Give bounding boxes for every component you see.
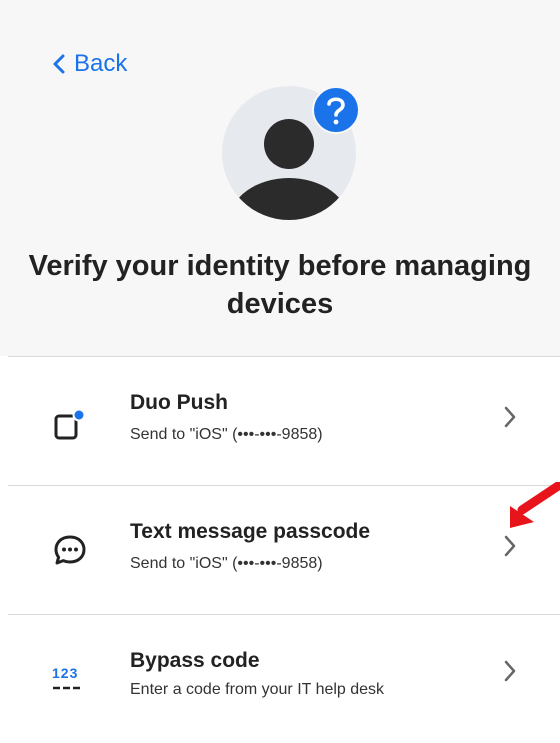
- chevron-right-icon: [504, 660, 516, 682]
- back-button[interactable]: Back: [52, 50, 127, 78]
- chevron-right-icon: [504, 535, 516, 557]
- option-name: Duo Push: [130, 391, 228, 414]
- option-bypass-code[interactable]: 123 Bypass code Enter a code from your I…: [0, 615, 560, 743]
- chevron-left-icon: [53, 54, 65, 74]
- chevron-right-icon: [504, 406, 516, 428]
- option-name: Bypass code: [130, 649, 260, 672]
- option-description: Send to "iOS" (•••-•••-9858): [130, 555, 323, 572]
- option-name: Text message passcode: [130, 520, 371, 543]
- question-mark-icon: [312, 86, 360, 134]
- annotation-arrow-icon: [510, 482, 560, 528]
- phone-push-icon: [54, 408, 86, 440]
- option-description: Enter a code from your IT help desk: [130, 681, 385, 698]
- chat-bubble-icon: [54, 535, 86, 565]
- back-label: Back: [74, 50, 128, 77]
- header-panel: Back Verify your identity before managin…: [0, 0, 560, 356]
- avatar: [222, 86, 362, 226]
- bypass-digits: 123: [52, 665, 79, 681]
- option-text-message[interactable]: Text message passcode Send to "iOS" (•••…: [0, 486, 560, 614]
- option-description: Send to "iOS" (•••-•••-9858): [130, 426, 323, 443]
- bypass-123-icon: 123: [52, 665, 92, 699]
- dashes-icon: [53, 686, 80, 690]
- page-title: Verify your identity before managing dev…: [28, 250, 532, 320]
- option-duo-push[interactable]: Duo Push Send to "iOS" (•••-•••-9858): [0, 357, 560, 485]
